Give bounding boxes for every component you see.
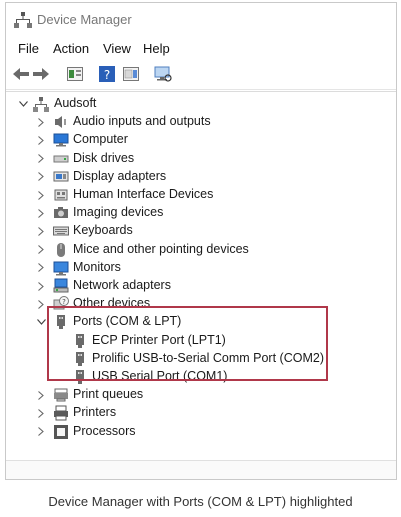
- ports-highlight-box: [47, 306, 328, 381]
- monitor-icon: [53, 261, 69, 276]
- tree-category-hid[interactable]: Human Interface Devices: [6, 186, 386, 204]
- chevron-right-icon[interactable]: [36, 427, 46, 437]
- chevron-down-icon[interactable]: [18, 99, 28, 109]
- tree-category-computer[interactable]: Computer: [6, 131, 386, 149]
- back-arrow-icon: [13, 68, 29, 80]
- device-manager-window: Device Manager File Action View Help ? A…: [5, 2, 397, 480]
- tree-root-audsoft[interactable]: Audsoft: [6, 95, 386, 113]
- tree-category-keyboard[interactable]: Keyboards: [6, 222, 386, 240]
- hid-icon: [54, 189, 68, 201]
- chevron-right-icon[interactable]: [36, 226, 46, 236]
- tree-category-label: Display adapters: [73, 168, 167, 183]
- tree-category-label: Computer: [73, 132, 128, 147]
- tree-category-label: Processors: [73, 423, 136, 438]
- disk-drive-icon: [53, 155, 69, 163]
- tree-category-camera[interactable]: Imaging devices: [6, 204, 386, 222]
- chevron-right-icon[interactable]: [36, 154, 46, 164]
- network-adapter-icon: [53, 278, 69, 293]
- tree-category-label: Monitors: [73, 259, 121, 274]
- properties-icon: [67, 67, 83, 81]
- monitor-scan-icon: [154, 66, 172, 82]
- forward-arrow-icon: [33, 68, 49, 80]
- speaker-icon: [55, 116, 66, 129]
- printer-icon: [54, 405, 68, 421]
- keyboard-icon: [53, 226, 69, 236]
- chevron-right-icon[interactable]: [36, 172, 46, 182]
- tree-category-disk-drive[interactable]: Disk drives: [6, 150, 386, 168]
- chevron-down-icon[interactable]: [36, 317, 46, 327]
- back-button[interactable]: [12, 65, 30, 83]
- scan-hardware-button[interactable]: [154, 65, 172, 83]
- tree-category-printer[interactable]: Printers: [6, 404, 386, 422]
- tree-category-speaker[interactable]: Audio inputs and outputs: [6, 113, 386, 131]
- menu-file[interactable]: File: [18, 41, 39, 56]
- tree-category-monitor[interactable]: Monitors: [6, 259, 386, 277]
- display-adapter-icon: [53, 171, 69, 182]
- tree-category-label: Audio inputs and outputs: [73, 114, 211, 129]
- chevron-right-icon[interactable]: [36, 135, 46, 145]
- tree-category-label: Imaging devices: [73, 205, 164, 220]
- show-hidden-button[interactable]: [122, 65, 140, 83]
- chevron-right-icon[interactable]: [36, 117, 46, 127]
- tree-category-network-adapter[interactable]: Network adapters: [6, 277, 386, 295]
- tree-category-label: Mice and other pointing devices: [73, 241, 249, 256]
- device-tree: Audsoft Audio inputs and outputs Computer…: [6, 91, 396, 459]
- forward-button[interactable]: [32, 65, 50, 83]
- print-queue-icon: [54, 388, 68, 402]
- window-title: Device Manager: [37, 12, 132, 27]
- menu-bar: File Action View Help: [6, 39, 396, 61]
- chevron-right-icon[interactable]: [36, 299, 46, 309]
- camera-icon: [54, 207, 68, 219]
- tree-category-label: Network adapters: [73, 278, 171, 292]
- menu-view[interactable]: View: [103, 41, 131, 56]
- chevron-right-icon[interactable]: [36, 408, 46, 418]
- menu-help[interactable]: Help: [143, 41, 170, 56]
- chevron-right-icon[interactable]: [36, 208, 46, 218]
- horizontal-scrollbar[interactable]: [6, 460, 396, 479]
- tree-category-display-adapter[interactable]: Display adapters: [6, 168, 386, 186]
- chevron-right-icon[interactable]: [36, 390, 46, 400]
- tree-category-mouse[interactable]: Mice and other pointing devices: [6, 241, 386, 259]
- tree-category-label: Human Interface Devices: [73, 187, 214, 201]
- chevron-right-icon[interactable]: [36, 245, 46, 255]
- svg-text:?: ?: [104, 68, 110, 82]
- chevron-right-icon[interactable]: [36, 281, 46, 291]
- svg-text:?: ?: [62, 298, 66, 306]
- computer-root-icon: [33, 97, 49, 112]
- tree-category-processor[interactable]: Processors: [6, 423, 386, 441]
- device-manager-icon: [14, 12, 32, 28]
- processor-icon: [54, 424, 68, 439]
- toolbar: ?: [6, 61, 396, 90]
- tree-category-label: Keyboards: [73, 223, 133, 238]
- tree-category-label: Disk drives: [73, 150, 135, 165]
- show-hidden-icon: [123, 67, 139, 81]
- help-button[interactable]: ?: [98, 65, 116, 83]
- chevron-right-icon[interactable]: [36, 190, 46, 200]
- help-icon: ?: [99, 66, 115, 82]
- tree-category-label: Printers: [73, 405, 117, 420]
- tree-category-print-queue[interactable]: Print queues: [6, 386, 386, 404]
- tree-category-label: Print queues: [73, 387, 144, 402]
- tree-root-label: Audsoft: [54, 96, 97, 110]
- title-bar: Device Manager: [6, 3, 396, 37]
- properties-button[interactable]: [66, 65, 84, 83]
- figure-caption: Device Manager with Ports (COM & LPT) hi…: [48, 494, 353, 509]
- computer-icon: [53, 133, 69, 147]
- menu-action[interactable]: Action: [53, 41, 89, 56]
- chevron-right-icon[interactable]: [36, 263, 46, 273]
- mouse-icon: [57, 242, 65, 257]
